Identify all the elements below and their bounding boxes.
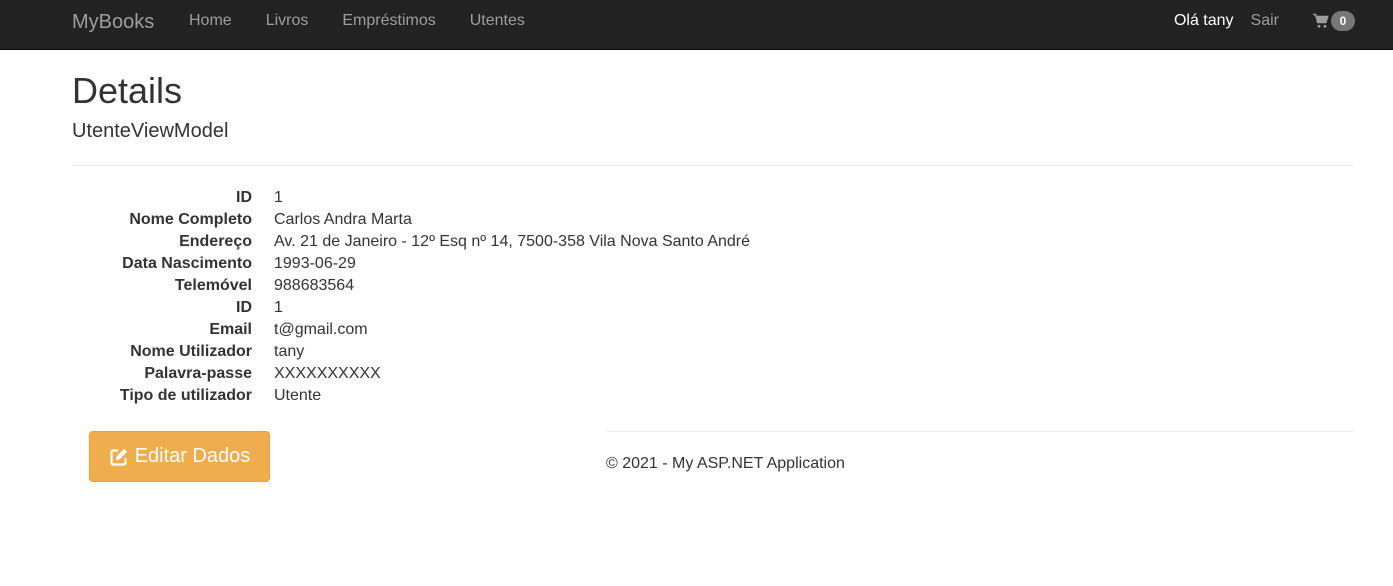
detail-row-telemovel: Telemóvel 988683564 <box>72 275 750 297</box>
detail-value: XXXXXXXXXX <box>274 365 381 382</box>
detail-label: ID <box>236 299 252 316</box>
detail-row-data-nascimento: Data Nascimento 1993-06-29 <box>72 253 750 275</box>
nav-user-area: Olá tany Sair 0 <box>1174 11 1355 31</box>
edit-icon <box>109 447 129 467</box>
detail-row-palavra-passe: Palavra-passe XXXXXXXXXX <box>72 363 750 385</box>
divider <box>72 165 1354 166</box>
footer-divider <box>606 431 1354 432</box>
detail-value: 1 <box>274 189 283 206</box>
detail-label: Endereço <box>179 233 252 250</box>
detail-row-endereco: Endereço Av. 21 de Janeiro - 12º Esq nº … <box>72 231 750 253</box>
nav-menu: Home Livros Empréstimos Utentes <box>189 12 559 30</box>
detail-value: tany <box>274 343 305 360</box>
detail-row-id: ID 1 <box>72 187 750 209</box>
detail-value: Av. 21 de Janeiro - 12º Esq nº 14, 7500-… <box>274 233 751 250</box>
shopping-cart-icon <box>1313 13 1329 29</box>
edit-data-button[interactable]: Editar Dados <box>89 431 270 482</box>
detail-label: Nome Completo <box>129 211 252 228</box>
detail-label: Data Nascimento <box>122 255 252 272</box>
detail-row-nome-completo: Nome Completo Carlos Andra Marta <box>72 209 750 231</box>
nav-link-utentes[interactable]: Utentes <box>470 12 525 30</box>
details-list: ID 1 Nome Completo Carlos Andra Marta En… <box>72 187 750 407</box>
detail-label: Palavra-passe <box>144 365 252 382</box>
user-greeting[interactable]: Olá tany <box>1174 12 1234 30</box>
detail-row-email: Email t@gmail.com <box>72 319 750 341</box>
footer-copyright: © 2021 - My ASP.NET Application <box>606 455 845 472</box>
detail-value: 988683564 <box>274 277 355 294</box>
detail-value: Carlos Andra Marta <box>274 211 412 228</box>
edit-button-label: Editar Dados <box>134 445 251 467</box>
detail-value: t@gmail.com <box>274 321 368 338</box>
detail-value: Utente <box>274 387 322 404</box>
page-subtitle: UtenteViewModel <box>72 120 229 142</box>
detail-row-user-id: ID 1 <box>72 297 750 319</box>
cart-count-badge: 0 <box>1331 11 1355 31</box>
detail-label: Telemóvel <box>174 277 252 294</box>
logout-link[interactable]: Sair <box>1251 12 1279 30</box>
detail-label: Nome Utilizador <box>130 343 252 360</box>
nav-link-livros[interactable]: Livros <box>266 12 309 30</box>
detail-row-tipo-utilizador: Tipo de utilizador Utente <box>72 385 750 407</box>
detail-label: Tipo de utilizador <box>119 387 252 404</box>
page-title: Details <box>72 70 183 111</box>
detail-row-nome-utilizador: Nome Utilizador tany <box>72 341 750 363</box>
brand-link[interactable]: MyBooks <box>72 11 154 34</box>
cart-link[interactable]: 0 <box>1313 11 1355 31</box>
top-navbar: MyBooks Home Livros Empréstimos Utentes … <box>0 0 1393 50</box>
nav-link-home[interactable]: Home <box>189 12 232 30</box>
detail-label: Email <box>209 321 252 338</box>
nav-link-emprestimos[interactable]: Empréstimos <box>342 12 435 30</box>
detail-value: 1 <box>274 299 283 316</box>
detail-value: 1993-06-29 <box>274 255 356 272</box>
detail-label: ID <box>236 189 252 206</box>
